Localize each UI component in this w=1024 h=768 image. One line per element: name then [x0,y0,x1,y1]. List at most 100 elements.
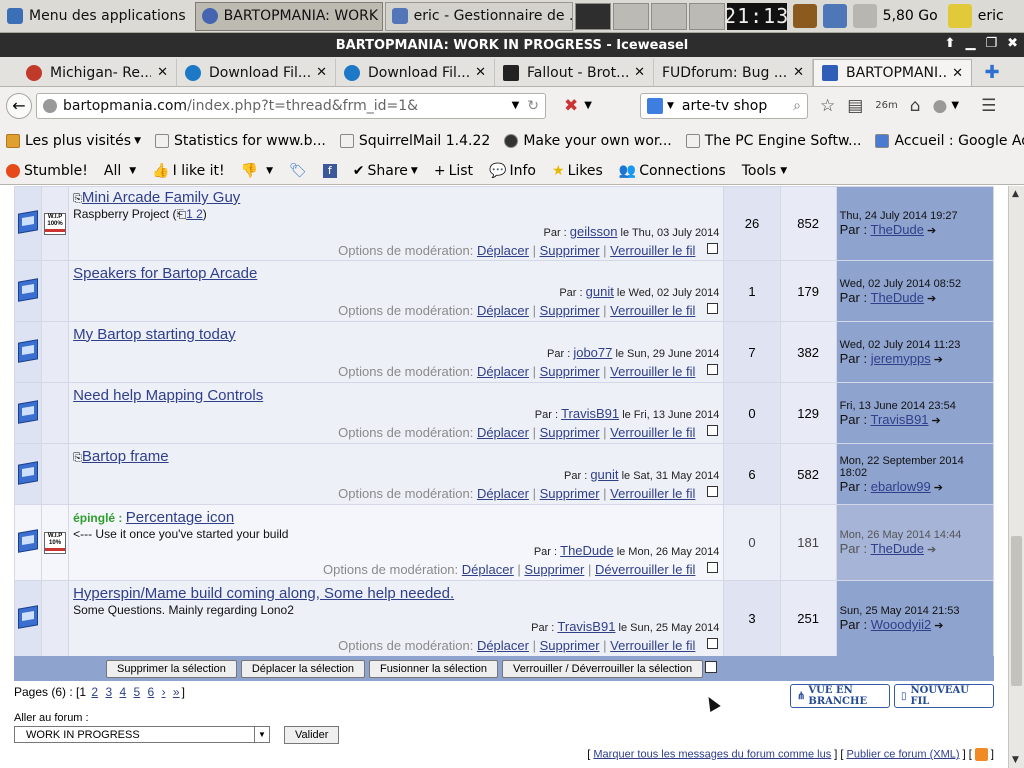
tab-download-1[interactable]: Download Fil... ✕ [177,59,336,86]
author-link[interactable]: TravisB91 [557,619,615,634]
bookmark-make-your-own[interactable]: Make your own wor... [504,133,672,149]
google-search-engine-icon[interactable] [646,97,663,114]
site-identity-icon[interactable] [43,98,57,113]
url-bar[interactable]: bartopmania.com/index.php?t=thread&frm_i… [36,92,546,119]
thread-select-checkbox[interactable] [707,561,719,573]
delete-link[interactable]: Supprimer [540,303,600,318]
scrollbar-thumb[interactable] [1011,536,1022,686]
thread-title-link[interactable]: Percentage icon [126,509,234,526]
likes-button[interactable]: ★ Likes [552,163,603,179]
delete-link[interactable]: Supprimer [540,486,600,501]
workspace-3[interactable] [650,2,687,30]
taskbar-item-iceweasel[interactable]: BARTOPMANIA: WORK ... [194,1,383,31]
notes-icon[interactable] [792,4,817,28]
tab-close-icon[interactable]: ✕ [157,65,168,80]
move-selection-button[interactable]: Déplacer la sélection [240,659,365,678]
delete-link[interactable]: Supprimer [540,243,600,258]
reading-list-icon[interactable]: ▤ [847,96,863,116]
thread-title-link[interactable]: Speakers for Bartop Arcade [73,265,257,282]
list-button[interactable]: + List [434,163,473,179]
back-button[interactable]: ← [6,92,32,119]
engine-dropdown-icon[interactable]: ▼ [667,101,674,111]
lock-link[interactable]: Verrouiller le fil [610,425,695,440]
url-history-dropdown-icon[interactable]: ▼ [512,100,520,111]
stumble-button[interactable]: Stumble! [6,163,88,179]
search-field[interactable]: ▼ arte-tv shop ⌕ [639,92,808,119]
thread-title-link[interactable]: Hyperspin/Mame build coming along, Some … [73,585,454,602]
minimize-icon[interactable]: ▁ [965,36,975,51]
scroll-up-icon[interactable]: ▲ [1012,189,1019,199]
thread-pages-links[interactable]: 1 2 [186,207,203,221]
last-post-user-link[interactable]: Wooodyii2 [871,617,931,632]
bookmark-pc-engine[interactable]: The PC Engine Softw... [685,133,861,149]
go-to-last-post-icon[interactable]: ➔ [927,292,936,305]
arrow-up-icon[interactable]: ⬆ [945,36,956,51]
move-link[interactable]: Déplacer [462,562,514,577]
tab-fudforum[interactable]: FUDforum: Bug ... ✕ [654,59,813,86]
home-icon[interactable]: ⌂ [910,96,921,116]
lock-link[interactable]: Verrouiller le fil [610,243,695,258]
tab-close-icon[interactable]: ✕ [316,65,327,80]
facebook-button[interactable]: f [322,163,337,178]
last-post-user-link[interactable]: TheDude [871,290,924,305]
thread-title-link[interactable]: Mini Arcade Family Guy [82,189,240,206]
adblock-dropdown-icon[interactable]: ▼ [584,100,592,111]
page-link[interactable]: 2 [91,685,98,699]
delete-selection-button[interactable]: Supprimer la sélection [106,659,237,678]
lock-link[interactable]: Verrouiller le fil [610,638,695,653]
rss-icon[interactable] [974,748,988,761]
delete-link[interactable]: Supprimer [540,425,600,440]
tab-close-icon[interactable]: ✕ [793,65,804,80]
goto-forum-submit[interactable]: Valider [284,726,340,744]
move-link[interactable]: Déplacer [477,364,529,379]
thread-select-checkbox[interactable] [707,302,719,314]
go-to-last-post-icon[interactable]: ➔ [934,353,943,366]
pencil-icon[interactable] [947,4,972,28]
select-all-checkbox[interactable] [705,661,717,673]
thread-title-link[interactable]: Bartop frame [82,448,169,465]
last-post-user-link[interactable]: TheDude [871,222,924,237]
bookmark-most-visited[interactable]: Les plus visités ▼ [6,133,141,149]
bookmark-statistics[interactable]: Statistics for www.b... [154,133,326,149]
last-post-user-link[interactable]: TheDude [871,541,924,556]
author-link[interactable]: geilsson [570,224,618,239]
tab-bartopmania[interactable]: BARTOPMANI... ✕ [813,59,972,86]
search-icon[interactable]: ⌕ [793,98,801,114]
disk-icon[interactable] [852,4,877,28]
author-link[interactable]: jobo77 [573,345,612,360]
bookmark-squirrelmail[interactable]: SquirrelMail 1.4.22 [339,133,490,149]
thread-select-checkbox[interactable] [707,363,719,375]
share-button[interactable]: ✔ Share ▼ [353,163,418,179]
delete-link[interactable]: Supprimer [524,562,584,577]
tab-download-2[interactable]: Download Fil... ✕ [336,59,495,86]
bookmark-star-icon[interactable]: ☆ [820,96,835,116]
go-to-last-post-icon[interactable]: ➔ [934,481,943,494]
adblock-icon[interactable]: ✖ [564,96,578,116]
merge-selection-button[interactable]: Fusionner la sélection [368,659,498,678]
tab-michigan[interactable]: Michigan- Re... ✕ [18,59,177,86]
dislike-button[interactable]: 👎 ▼ [241,163,273,179]
last-post-user-link[interactable]: TravisB91 [871,412,929,427]
author-link[interactable]: gunit [586,284,614,299]
lock-link[interactable]: Verrouiller le fil [610,364,695,379]
thread-title-link[interactable]: My Bartop starting today [73,326,236,343]
thread-select-checkbox[interactable] [707,485,719,497]
delete-link[interactable]: Supprimer [540,638,600,653]
workspace-4[interactable] [688,2,725,30]
page-link[interactable]: 6 [148,685,155,699]
delete-link[interactable]: Supprimer [540,364,600,379]
lock-link[interactable]: Verrouiller le fil [610,303,695,318]
bookmark-adsense[interactable]: Accueil : Google AdS... [875,133,1024,149]
restore-icon[interactable]: ❐ [985,36,997,51]
new-thread-button[interactable]: ▯ NOUVEAU FIL [894,684,994,708]
move-link[interactable]: Déplacer [477,303,529,318]
page-link[interactable]: 4 [119,685,126,699]
network-signal-icon[interactable] [822,4,847,28]
thread-title-link[interactable]: Need help Mapping Controls [73,387,263,404]
thread-select-checkbox[interactable] [707,243,719,254]
tools-button[interactable]: Tools ▼ [742,163,787,179]
tab-fallout[interactable]: Fallout - Brot... ✕ [495,59,654,86]
go-to-last-post-icon[interactable]: ➔ [934,619,943,632]
tab-close-icon[interactable]: ✕ [952,66,963,81]
vertical-scrollbar[interactable]: ▲ ▼ [1008,186,1024,768]
